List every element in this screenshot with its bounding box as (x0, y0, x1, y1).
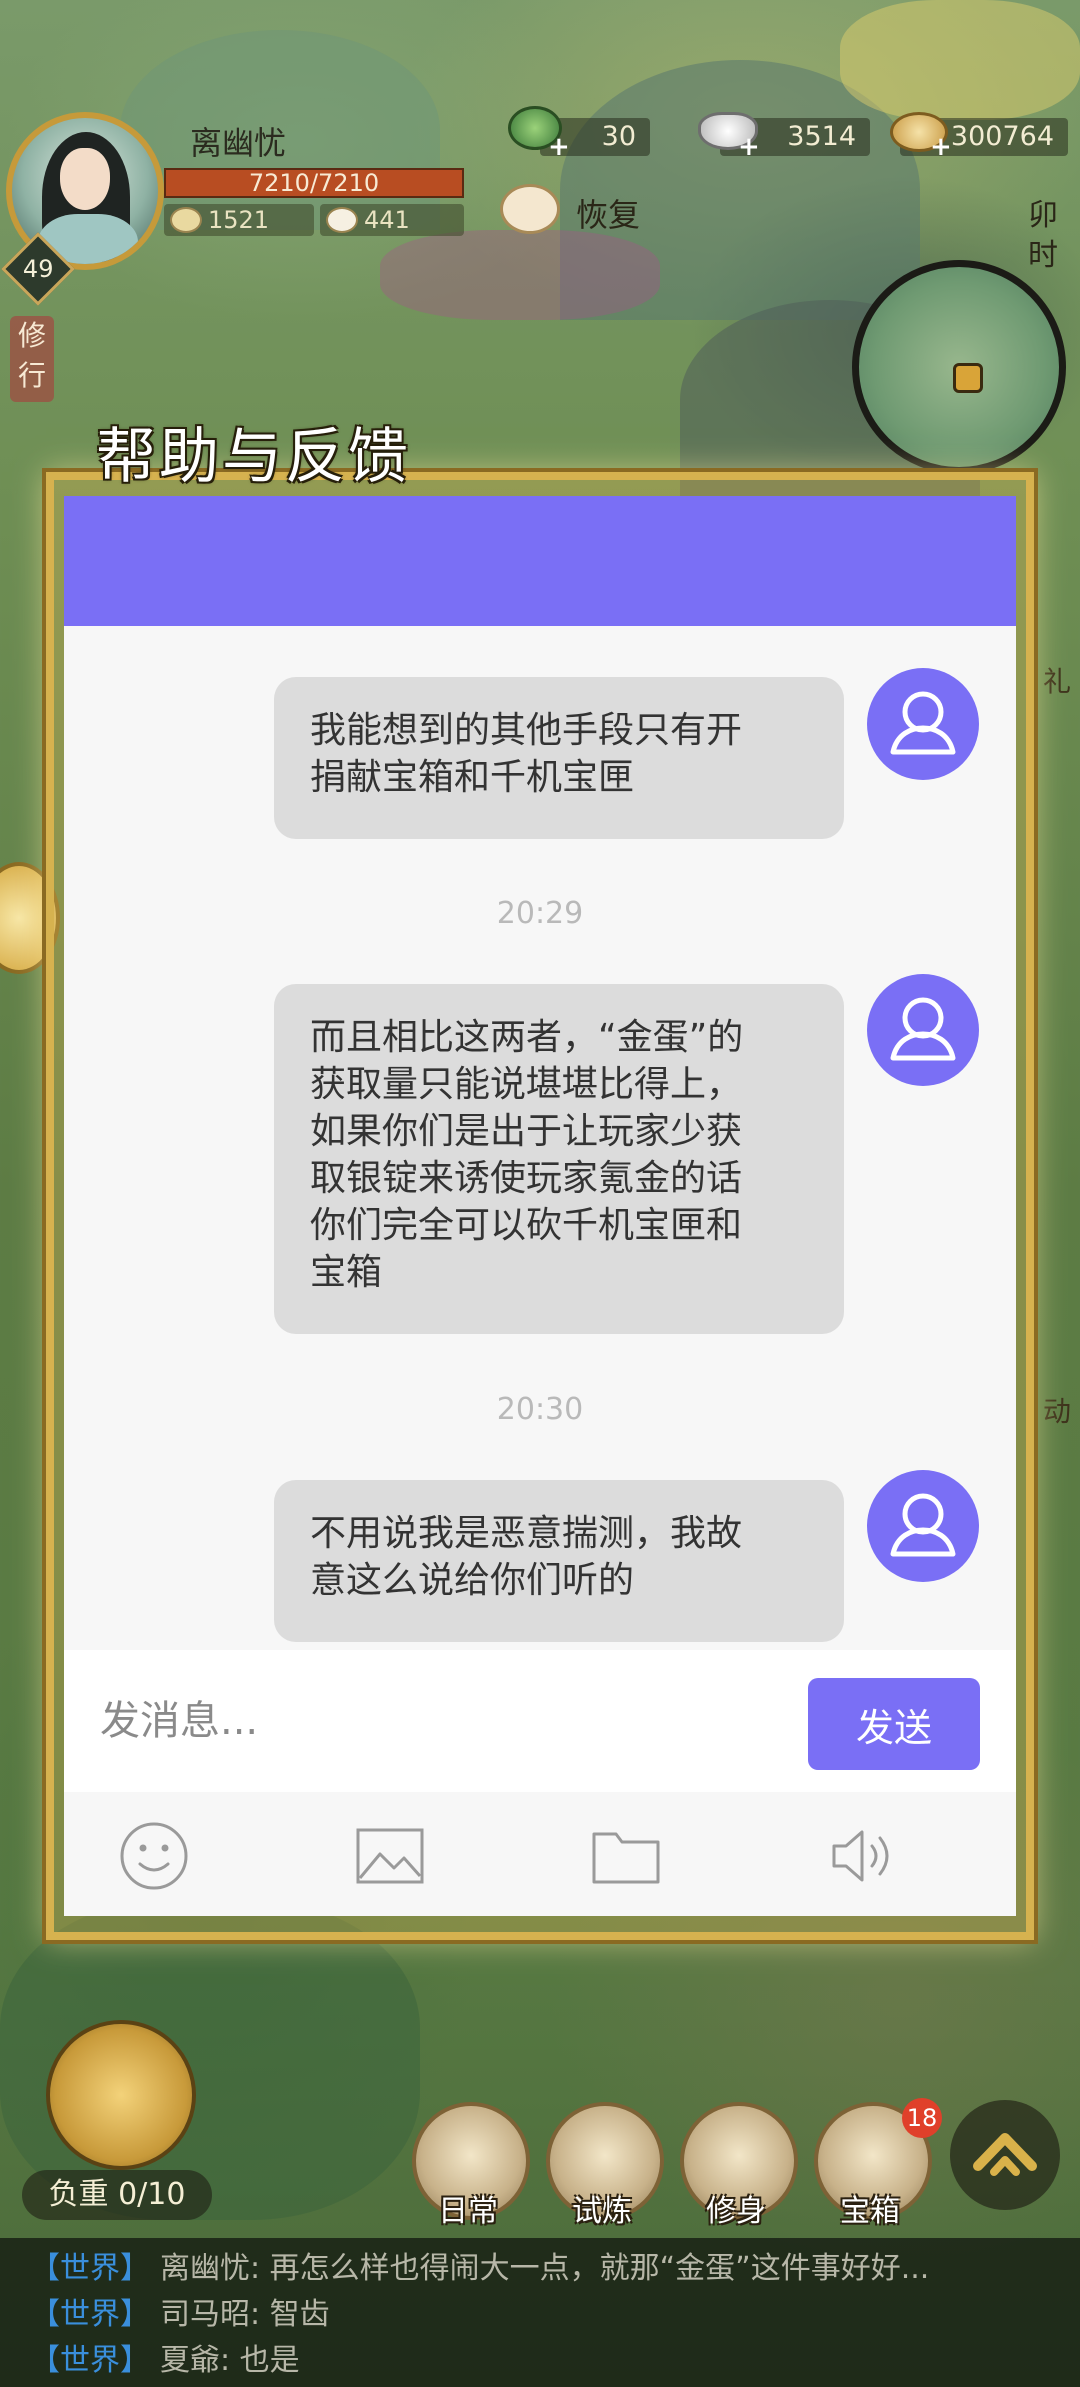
restore-label: 恢复 (576, 196, 641, 234)
user-avatar-icon[interactable] (867, 668, 979, 780)
message-input-bar: 发送 (64, 1650, 1016, 1792)
add-copper-icon[interactable]: + (930, 134, 952, 160)
load-capacity: 负重 0/10 (22, 2170, 212, 2220)
user-avatar-icon[interactable] (867, 1470, 979, 1582)
ginkgo-tree (840, 0, 1080, 120)
stat-food-value: 1521 (208, 206, 270, 234)
message-timestamp: 20:30 (496, 1392, 584, 1427)
chat-line: 【世界】 离幽忧: 再怎么样也得闹大一点，就那“金蛋”这件事好好... (30, 2246, 1060, 2292)
resource-silver-value: 3514 (787, 121, 856, 152)
cultivate-tag[interactable]: 修行 (10, 316, 54, 402)
bun-icon (326, 207, 358, 233)
resource-copper-value: 300764 (950, 121, 1054, 152)
dialog-title: 帮助与反馈 (96, 422, 411, 492)
chat-channel: 【世界】 (30, 2343, 150, 2378)
trial-label: 试炼 (572, 2194, 632, 2229)
flower-field (380, 230, 660, 320)
chat-text: 夏爺: 也是 (160, 2343, 300, 2378)
stat-bun-value: 441 (364, 206, 410, 234)
stat-food: 1521 (164, 204, 314, 236)
chat-message: 而且相比这两者，“金蛋”的 获取量只能说堪堪比得上， 如果你们是出于让玩家少获 … (274, 984, 844, 1334)
chat-message-text: 而且相比这两者，“金蛋”的 获取量只能说堪堪比得上， 如果你们是出于让玩家少获 … (310, 1017, 744, 1293)
cultivation-label: 修身 (706, 2194, 766, 2229)
add-silver-icon[interactable]: + (738, 134, 760, 160)
right-menu-peek[interactable]: 礼 (1034, 660, 1080, 720)
feedback-dialog: 我能想到的其他手段只有开 捐献宝箱和千机宝匣 20:29 而且相比这两者，“金蛋… (64, 496, 1016, 1916)
world-chat-panel[interactable]: 【世界】 离幽忧: 再怎么样也得闹大一点，就那“金蛋”这件事好好... 【世界】司… (0, 2238, 1080, 2387)
chevron-up-icon (973, 2133, 1037, 2176)
chat-message-text: 我能想到的其他手段只有开 捐献宝箱和千机宝匣 (310, 710, 743, 798)
hp-bar: 7210/7210 (164, 168, 464, 198)
level-text: 49 (22, 254, 54, 283)
chat-channel: 【世界】 (30, 2251, 150, 2286)
resource-jade-value: 30 (601, 121, 636, 152)
message-timestamp: 20:29 (496, 896, 584, 931)
restore-button[interactable]: 恢复 (500, 180, 650, 236)
chat-message: 我能想到的其他手段只有开 捐献宝箱和千机宝匣 (274, 677, 844, 839)
add-jade-icon[interactable]: + (548, 134, 570, 160)
dialog-header-bar (64, 496, 1016, 626)
chat-message-text: 不用说我是恶意揣测，我故 意这么说给你们听的 (310, 1513, 743, 1601)
send-button[interactable]: 发送 (808, 1678, 980, 1770)
right-menu-peek[interactable]: 动 (1034, 1390, 1080, 1450)
player-location-marker (953, 363, 983, 393)
rice-bowl-icon (170, 207, 202, 233)
stat-bun: 441 (320, 204, 464, 236)
treasure-badge: 18 (902, 2098, 942, 2138)
user-avatar-icon[interactable] (867, 974, 979, 1086)
image-icon[interactable] (352, 1818, 428, 1894)
emoji-icon[interactable] (116, 1818, 192, 1894)
attachment-toolbar (64, 1792, 1016, 1916)
inventory-bag-icon[interactable] (46, 2020, 196, 2170)
folder-icon[interactable] (588, 1818, 664, 1894)
speaker-icon[interactable] (824, 1818, 900, 1894)
expand-menu-button[interactable] (950, 2100, 1060, 2210)
time-of-day: 卯时 (1028, 198, 1058, 273)
chat-text: 离幽忧: 再怎么样也得闹大一点，就那“金蛋”这件事好好... (160, 2251, 930, 2286)
minimap[interactable] (852, 260, 1066, 474)
chat-line: 【世界】 夏爺: 也是 (30, 2338, 1060, 2384)
chat-message: 不用说我是恶意揣测，我故 意这么说给你们听的 (274, 1480, 844, 1642)
steamed-bun-icon (500, 184, 560, 234)
chat-text: 司马昭: 智齿 (160, 2297, 330, 2332)
treasure-chest-label: 宝箱 (840, 2194, 900, 2229)
daily-label: 日常 (438, 2194, 498, 2229)
message-input[interactable] (100, 1686, 800, 1756)
player-name: 离幽忧 (190, 124, 287, 162)
chat-line: 【世界】 司马昭: 智齿 (30, 2292, 1060, 2338)
chat-channel: 【世界】 (30, 2297, 150, 2332)
